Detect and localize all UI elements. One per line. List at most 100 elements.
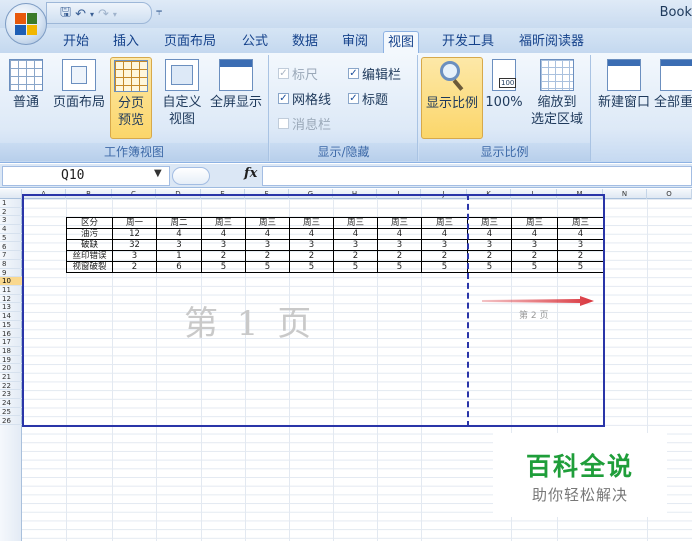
zoom-100-icon: 100 [492, 59, 517, 91]
tab-formulas[interactable]: 公式 [238, 31, 272, 53]
row-header[interactable]: 25 [0, 408, 22, 417]
undo-dropdown-icon[interactable]: ▾ [90, 10, 94, 19]
red-arrow-icon [482, 296, 594, 306]
ruler-check-icon: ✓ [278, 68, 289, 79]
column-header[interactable]: N [603, 189, 647, 199]
row-header[interactable]: 16 [0, 330, 22, 339]
page-break-preview-button[interactable]: 分页 预览 [110, 57, 152, 139]
custom-views-icon [165, 59, 199, 91]
row-header[interactable]: 20 [0, 364, 22, 373]
message-bar-check-icon [278, 118, 289, 129]
row-header[interactable]: 1 [0, 199, 22, 208]
column-header[interactable]: O [647, 189, 692, 199]
select-all-corner[interactable] [0, 189, 22, 199]
ribbon-tabs: 开始 插入 页面布局 公式 数据 审阅 视图 开发工具 福昕阅读器 [0, 28, 692, 53]
new-window-button[interactable]: 新建窗口 [594, 57, 654, 111]
tab-page-layout[interactable]: 页面布局 [160, 31, 220, 53]
message-bar-checkbox[interactable]: 消息栏 [278, 114, 331, 133]
row-header[interactable]: 9 [0, 269, 22, 278]
group-show-hide: ✓ 标尺 ✓ 编辑栏 ✓ 网格线 ✓ 标题 消息栏 显示/隐藏 [270, 55, 418, 161]
row-header[interactable]: 23 [0, 390, 22, 400]
name-box-dropdown-icon[interactable]: ▼ [154, 168, 162, 179]
page-break-preview-label-2: 预览 [117, 113, 144, 128]
tab-data[interactable]: 数据 [288, 31, 322, 53]
row-header[interactable]: 4 [0, 225, 22, 234]
zoom-100-label: 100% [485, 95, 523, 110]
group-zoom: 显示比例 100 100% 缩放到 选定区域 显示比例 [419, 55, 591, 161]
row-header[interactable]: 15 [0, 321, 22, 330]
customize-qat-icon[interactable]: ⫧ [156, 5, 162, 19]
group-label-zoom: 显示比例 [419, 143, 590, 161]
row-header[interactable]: 2 [0, 208, 22, 217]
zoom-label: 显示比例 [425, 96, 478, 111]
row-header[interactable]: 3 [0, 216, 22, 226]
redo-dropdown-icon[interactable]: ▾ [113, 10, 117, 19]
tab-foxit-reader[interactable]: 福昕阅读器 [515, 31, 588, 53]
full-screen-icon [219, 59, 253, 91]
undo-icon[interactable]: ↶ [75, 7, 86, 22]
magnifier-icon [435, 60, 469, 92]
row-header[interactable]: 11 [0, 286, 22, 295]
full-screen-button[interactable]: 全屏显示 [206, 57, 266, 111]
zoom-100-button[interactable]: 100 100% [485, 57, 523, 111]
window-title: Book [659, 5, 692, 20]
group-window: 新建窗口 全部重 [592, 55, 692, 161]
row-header[interactable]: 18 [0, 347, 22, 356]
zoom-to-selection-button[interactable]: 缩放到 选定区域 [527, 57, 587, 128]
office-button[interactable] [5, 3, 47, 45]
page-break-line[interactable] [467, 194, 469, 427]
title-bar: 🖫 ↶ ▾ ↷ ▾ ⫧ Book [0, 0, 692, 28]
insert-function-icon[interactable]: fx [244, 166, 257, 181]
row-header[interactable]: 22 [0, 382, 22, 391]
row-header[interactable]: 24 [0, 399, 22, 408]
tab-developer[interactable]: 开发工具 [438, 31, 498, 53]
row-header[interactable]: 26 [0, 417, 22, 426]
row-headers: 1 2 3 4 5 6 7 8 9 10 11 12 13 14 15 16 1… [0, 199, 22, 541]
tab-view[interactable]: 视图 [383, 31, 420, 53]
row-header[interactable]: 7 [0, 251, 22, 260]
new-window-icon [607, 59, 641, 91]
message-bar-label: 消息栏 [292, 118, 332, 133]
tab-review[interactable]: 审阅 [338, 31, 372, 53]
zoom-button[interactable]: 显示比例 [421, 57, 483, 139]
row-header[interactable]: 19 [0, 356, 22, 365]
tab-home[interactable]: 开始 [59, 31, 93, 53]
gridlines-checkbox[interactable]: ✓ 网格线 [278, 89, 331, 108]
redo-icon[interactable]: ↷ [98, 7, 109, 22]
page-1-label: 第 1 页 [184, 304, 316, 344]
formula-bar-expand-control[interactable] [172, 167, 210, 185]
row-header[interactable]: 6 [0, 243, 22, 252]
page-layout-view-button[interactable]: 页面布局 [50, 57, 108, 111]
quick-access-items: 🖫 ↶ ▾ ↷ ▾ [60, 4, 117, 24]
arrange-all-label: 全部重 [654, 95, 692, 110]
office-logo-icon [15, 13, 37, 35]
row-header[interactable]: 21 [0, 373, 22, 382]
row-header[interactable]: 12 [0, 295, 22, 304]
tab-insert[interactable]: 插入 [109, 31, 143, 53]
custom-views-button[interactable]: 自定义 视图 [160, 57, 204, 128]
formula-bar: Q10 ▼ fx [0, 164, 692, 188]
save-icon[interactable]: 🖫 [60, 3, 71, 25]
ruler-checkbox[interactable]: ✓ 标尺 [278, 64, 318, 83]
row-header-selected[interactable]: 10 [0, 277, 22, 286]
normal-view-label: 普通 [12, 95, 39, 110]
full-screen-label: 全屏显示 [209, 95, 262, 110]
gridlines-label: 网格线 [292, 93, 332, 108]
page-layout-icon [62, 59, 96, 91]
name-box[interactable]: Q10 [2, 166, 170, 186]
formula-bar-checkbox[interactable]: ✓ 编辑栏 [348, 64, 401, 83]
custom-views-label-2: 视图 [168, 112, 195, 127]
normal-view-button[interactable]: 普通 [6, 57, 46, 111]
row-header[interactable]: 17 [0, 338, 22, 347]
formula-input[interactable] [262, 166, 692, 186]
zoom-to-selection-icon [540, 59, 574, 91]
row-header[interactable]: 8 [0, 260, 22, 269]
headings-checkbox[interactable]: ✓ 标题 [348, 89, 388, 108]
formula-bar-check-icon: ✓ [348, 68, 359, 79]
arrange-all-button[interactable]: 全部重 [654, 57, 692, 111]
row-header[interactable]: 5 [0, 234, 22, 243]
row-header[interactable]: 14 [0, 312, 22, 321]
new-window-label: 新建窗口 [597, 95, 650, 110]
row-header[interactable]: 13 [0, 303, 22, 313]
ruler-label: 标尺 [292, 68, 319, 83]
